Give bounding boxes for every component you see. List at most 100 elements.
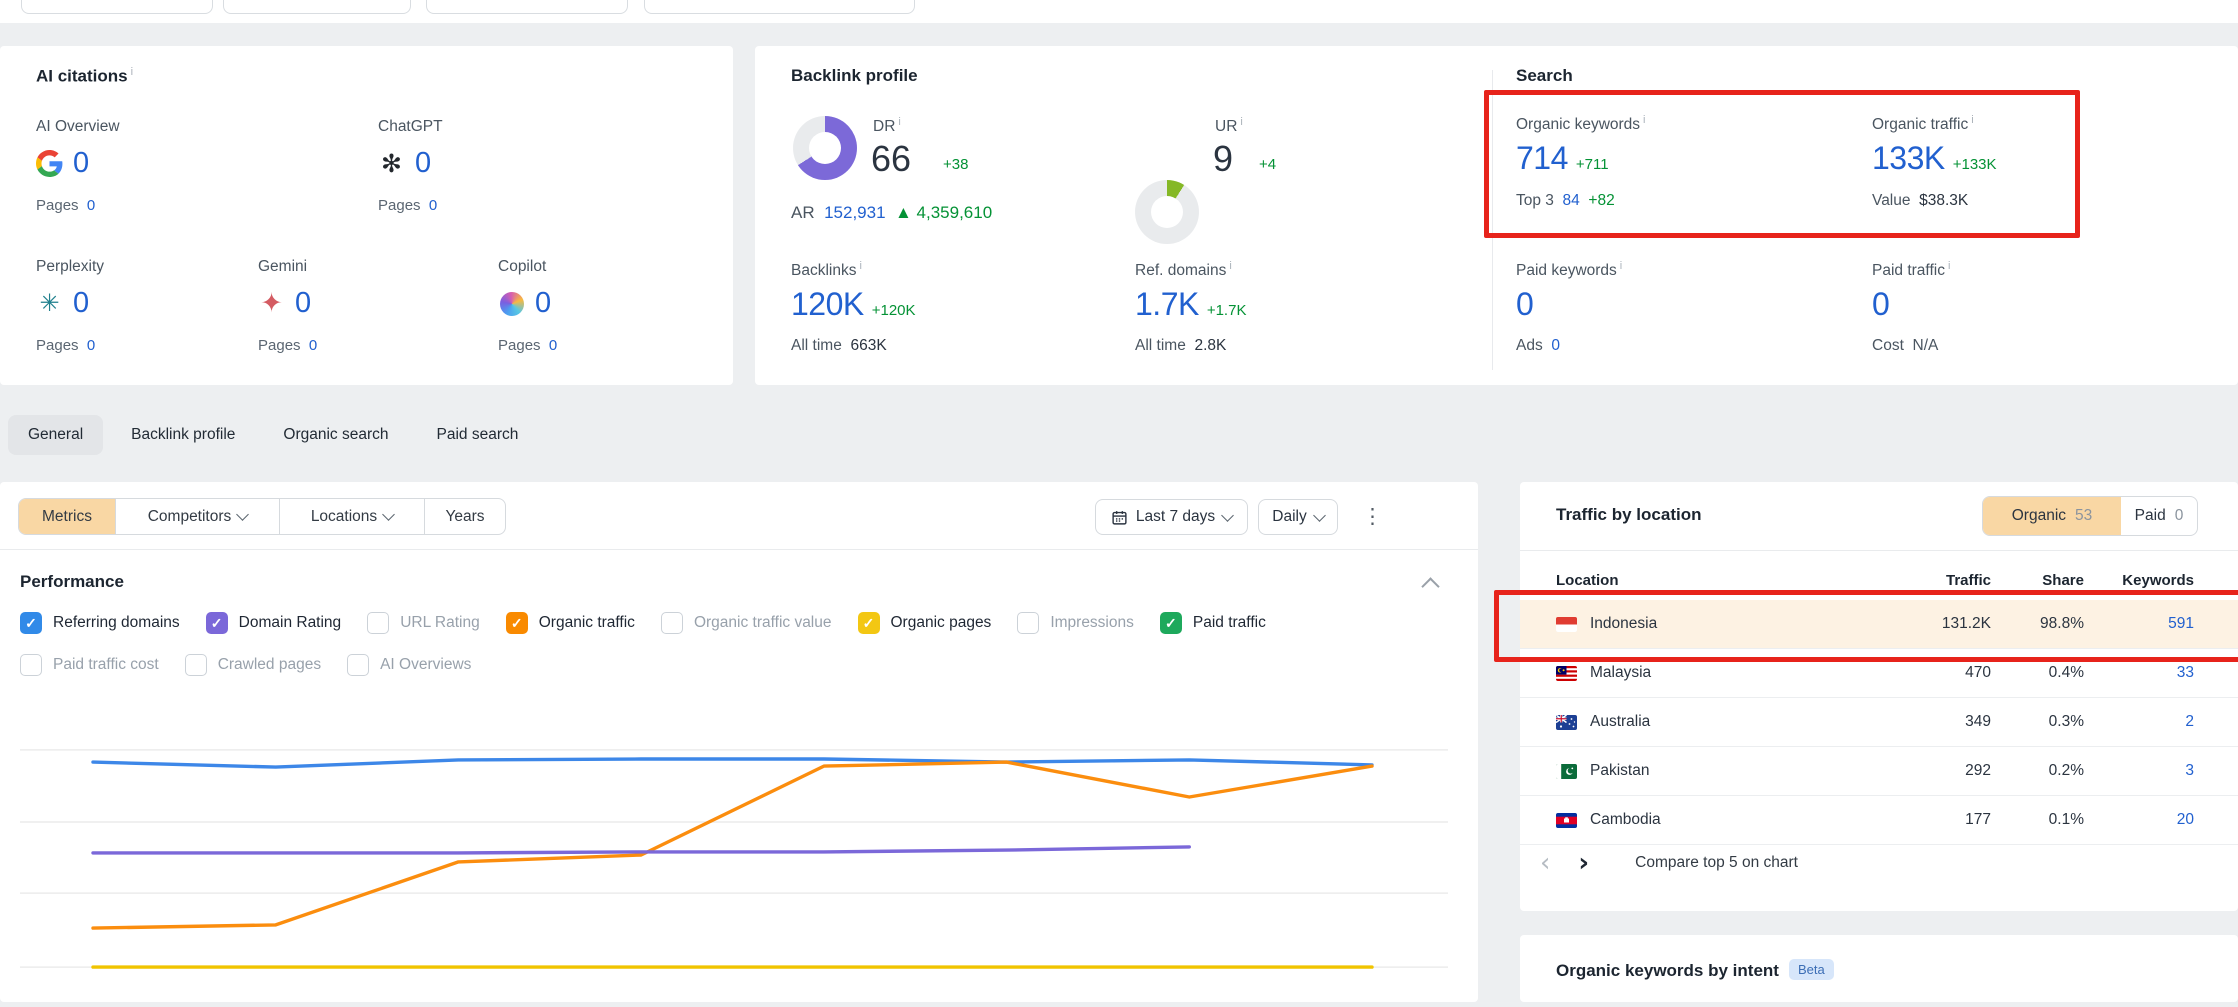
checkbox-crawled-pages[interactable]: Crawled pages — [185, 654, 321, 676]
ref-domains-value[interactable]: 1.7K — [1135, 286, 1199, 322]
more-options-icon[interactable]: ⋮ — [1362, 506, 1383, 527]
filter-metrics[interactable]: Metrics — [19, 499, 116, 534]
backlinks-value[interactable]: 120K — [791, 286, 864, 322]
keywords-link[interactable]: 591 — [2084, 615, 2194, 633]
tab-organic-search[interactable]: Organic search — [263, 415, 408, 455]
next-page-icon[interactable]: › — [1578, 850, 1589, 876]
info-icon[interactable]: i — [859, 260, 861, 272]
date-range-button[interactable]: Last 7 days — [1095, 499, 1248, 535]
ur-value: 9 — [1213, 138, 1233, 180]
table-row-pakistan[interactable]: Pakistan 292 0.2% 3 — [1520, 747, 2238, 796]
performance-title: Performance — [20, 572, 124, 592]
checkbox-icon[interactable]: ✓ — [858, 612, 880, 634]
paid-keywords-value[interactable]: 0 — [1516, 286, 1533, 323]
performance-card: Metrics Competitors Locations Years Last… — [0, 482, 1478, 1002]
pages-value[interactable]: 0 — [309, 337, 317, 354]
checkbox-icon[interactable] — [185, 654, 207, 676]
filter-locations[interactable]: Locations — [280, 499, 425, 534]
ai-tile-chatgpt: ChatGPT ✻ 0 Pages 0 — [378, 118, 443, 214]
checkbox-icon[interactable] — [347, 654, 369, 676]
keywords-link[interactable]: 2 — [2084, 713, 2194, 731]
column-share[interactable]: Share — [1991, 572, 2084, 589]
column-location[interactable]: Location — [1556, 572, 1896, 589]
checkbox-icon[interactable]: ✓ — [206, 612, 228, 634]
checkbox-paid-traffic[interactable]: ✓Paid traffic — [1160, 612, 1266, 634]
keywords-link[interactable]: 33 — [2084, 664, 2194, 682]
top3-value[interactable]: 84 — [1563, 192, 1580, 209]
checkbox-referring-domains[interactable]: ✓Referring domains — [20, 612, 180, 634]
tab-backlink-profile[interactable]: Backlink profile — [111, 415, 255, 455]
collapse-chevron-icon[interactable] — [1421, 577, 1439, 595]
paid-traffic-value[interactable]: 0 — [1872, 286, 1889, 323]
cutoff-field-4[interactable] — [644, 0, 915, 14]
pages-value[interactable]: 0 — [87, 337, 95, 354]
info-icon[interactable]: i — [1240, 116, 1242, 128]
checkbox-icon[interactable] — [367, 612, 389, 634]
checkbox-ai-overviews[interactable]: AI Overviews — [347, 654, 471, 676]
organic-keywords-value[interactable]: 714 — [1516, 140, 1568, 176]
metric-checkbox-row-2: Paid traffic cost Crawled pages AI Overv… — [20, 654, 471, 676]
checkbox-icon[interactable]: ✓ — [506, 612, 528, 634]
performance-chart[interactable] — [20, 690, 1448, 1002]
ai-tile-label: Gemini — [258, 258, 317, 276]
info-icon[interactable]: i — [1948, 260, 1950, 272]
info-icon[interactable]: i — [1620, 260, 1622, 272]
ar-value[interactable]: 152,931 — [824, 203, 885, 222]
checkbox-organic-traffic[interactable]: ✓Organic traffic — [506, 612, 635, 634]
checkbox-impressions[interactable]: Impressions — [1017, 612, 1134, 634]
info-icon[interactable]: i — [898, 116, 900, 128]
ai-tile-value[interactable]: 0 — [73, 287, 89, 320]
column-traffic[interactable]: Traffic — [1896, 572, 1991, 589]
toggle-paid[interactable]: Paid0 — [2121, 497, 2197, 535]
checkbox-domain-rating[interactable]: ✓Domain Rating — [206, 612, 342, 634]
checkbox-icon[interactable] — [20, 654, 42, 676]
paid-keywords-label: Paid keywordsi — [1516, 260, 1622, 280]
pages-value[interactable]: 0 — [549, 337, 557, 354]
share-cell: 0.2% — [1991, 762, 2084, 780]
chevron-down-icon — [236, 508, 249, 521]
cutoff-field-1[interactable] — [21, 0, 213, 14]
ai-tile-value[interactable]: 0 — [415, 147, 431, 180]
filter-group: Metrics Competitors Locations Years — [18, 498, 506, 535]
cutoff-field-3[interactable] — [426, 0, 628, 14]
compare-top5-link[interactable]: Compare top 5 on chart — [1635, 854, 1798, 872]
granularity-button[interactable]: Daily — [1258, 499, 1338, 535]
checkbox-icon[interactable]: ✓ — [20, 612, 42, 634]
checkbox-icon[interactable] — [1017, 612, 1039, 634]
table-row-malaysia[interactable]: Malaysia 470 0.4% 33 — [1520, 649, 2238, 698]
table-row-cambodia[interactable]: Cambodia 177 0.1% 20 — [1520, 796, 2238, 845]
ai-tile-value[interactable]: 0 — [73, 147, 89, 180]
checkbox-icon[interactable]: ✓ — [1160, 612, 1182, 634]
info-icon[interactable]: i — [1229, 260, 1231, 272]
checkbox-url-rating[interactable]: URL Rating — [367, 612, 480, 634]
checkbox-organic-traffic-value[interactable]: Organic traffic value — [661, 612, 832, 634]
dr-label: DRi — [873, 116, 901, 136]
table-row-australia[interactable]: Australia 349 0.3% 2 — [1520, 698, 2238, 747]
tab-general[interactable]: General — [8, 415, 103, 455]
keywords-link[interactable]: 20 — [2084, 811, 2194, 829]
info-icon[interactable]: i — [1971, 114, 1973, 126]
checkbox-icon[interactable] — [661, 612, 683, 634]
column-keywords[interactable]: Keywords — [2084, 572, 2194, 589]
organic-traffic-value[interactable]: 133K — [1872, 140, 1945, 176]
pages-value[interactable]: 0 — [87, 197, 95, 214]
checkbox-paid-traffic-cost[interactable]: Paid traffic cost — [20, 654, 159, 676]
ai-tile-value[interactable]: 0 — [295, 287, 311, 320]
tab-paid-search[interactable]: Paid search — [417, 415, 539, 455]
info-icon[interactable]: i — [1643, 114, 1645, 126]
prev-page-icon[interactable]: ‹ — [1540, 850, 1550, 876]
cutoff-field-2[interactable] — [223, 0, 411, 14]
filter-competitors[interactable]: Competitors — [116, 499, 280, 534]
info-icon[interactable]: i — [131, 66, 133, 78]
checkbox-organic-pages[interactable]: ✓Organic pages — [858, 612, 992, 634]
toggle-organic[interactable]: Organic53 — [1983, 497, 2121, 535]
pages-value[interactable]: 0 — [429, 197, 437, 214]
ai-tile-value[interactable]: 0 — [535, 287, 551, 320]
keywords-by-intent-title: Organic keywords by intentBeta — [1556, 961, 1834, 981]
organic-keywords-value-row: 714+711 — [1516, 140, 1609, 177]
ai-tile-perplexity: Perplexity ✳ 0 Pages 0 — [36, 258, 104, 354]
keywords-link[interactable]: 3 — [2084, 762, 2194, 780]
table-row-indonesia[interactable]: Indonesia 131.2K 98.8% 591 — [1520, 600, 2238, 649]
ads-value[interactable]: 0 — [1551, 337, 1560, 354]
filter-years[interactable]: Years — [425, 499, 505, 534]
